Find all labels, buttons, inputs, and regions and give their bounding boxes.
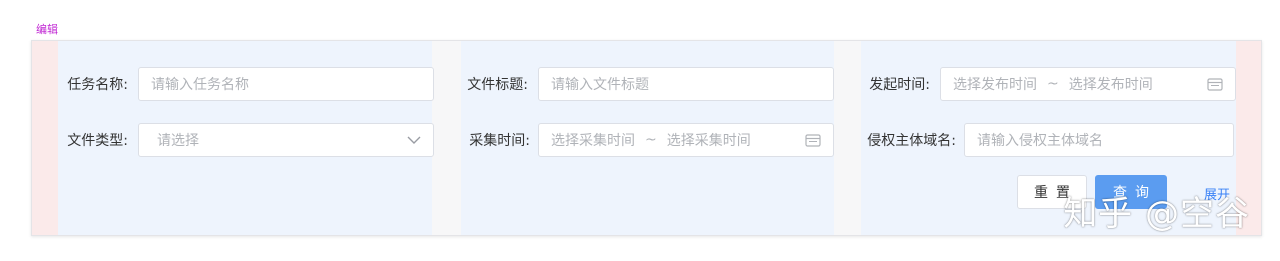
publish-time-label: 发起时间: [869,77,930,93]
edit-tag[interactable]: 编辑 [36,22,58,38]
chevron-down-icon [407,135,421,145]
file-title-placeholder: 请输入文件标题 [551,77,649,93]
publish-time-end[interactable]: 选择发布时间 [1069,74,1153,94]
collect-time-label: 采集时间: [469,133,530,149]
file-type-label: 文件类型: [67,133,128,149]
collect-time-range-picker[interactable]: 选择采集时间 ~ 选择采集时间 [538,123,834,157]
task-name-placeholder: 请输入任务名称 [151,77,249,93]
calendar-icon [805,133,821,147]
task-name-item: 任务名称: 请输入任务名称 [60,67,434,101]
file-type-item: 文件类型: 请选择 [60,123,434,157]
collect-time-start[interactable]: 选择采集时间 [551,130,635,150]
infringer-domain-item: 侵权主体域名: 请输入侵权主体域名 [860,123,1234,157]
publish-time-item: 发起时间: 选择发布时间 ~ 选择发布时间 [860,67,1236,101]
file-title-item: 文件标题: 请输入文件标题 [460,67,834,101]
file-type-placeholder: 请选择 [157,133,199,149]
padding-left [32,41,58,235]
watermark: 知乎 @空谷 [1063,194,1250,234]
range-separator: ~ [645,132,657,148]
collect-time-item: 采集时间: 选择采集时间 ~ 选择采集时间 [460,123,834,157]
infringer-domain-input[interactable]: 请输入侵权主体域名 [964,123,1234,157]
task-name-label: 任务名称: [67,77,128,93]
publish-time-start[interactable]: 选择发布时间 [953,74,1037,94]
publish-time-range-picker[interactable]: 选择发布时间 ~ 选择发布时间 [940,67,1236,101]
file-title-input[interactable]: 请输入文件标题 [538,67,834,101]
task-name-input[interactable]: 请输入任务名称 [138,67,434,101]
file-type-select[interactable]: 请选择 [138,123,434,157]
infringer-domain-placeholder: 请输入侵权主体域名 [977,133,1103,149]
file-title-label: 文件标题: [467,77,528,93]
range-separator: ~ [1047,76,1059,92]
calendar-icon [1207,77,1223,91]
infringer-domain-label: 侵权主体域名: [867,133,956,149]
collect-time-end[interactable]: 选择采集时间 [667,130,751,150]
